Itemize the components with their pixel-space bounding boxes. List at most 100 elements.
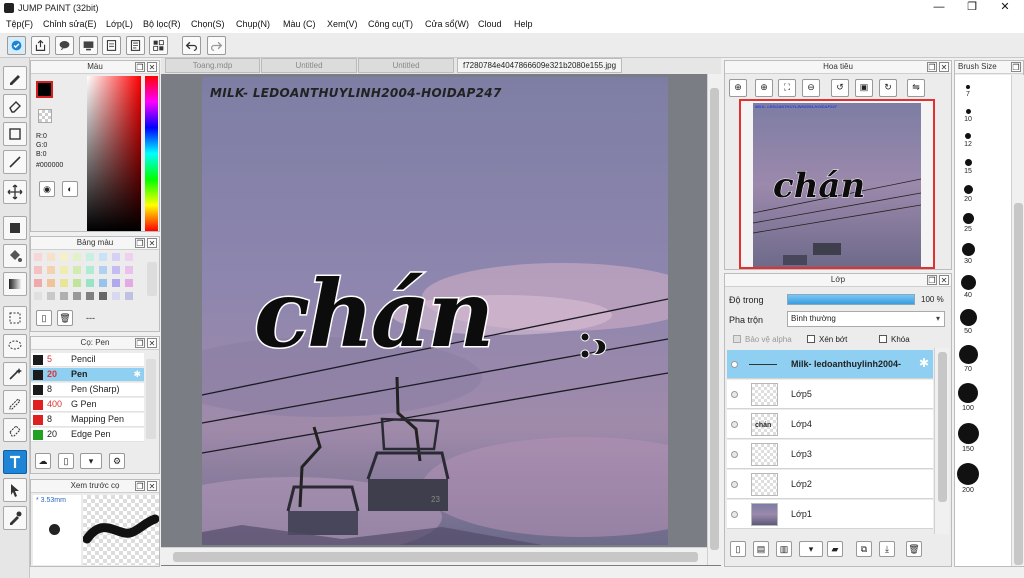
rotate-left-icon[interactable]: ↺: [831, 79, 849, 97]
palette-swatch[interactable]: [73, 253, 81, 261]
brush-size-dot[interactable]: [962, 212, 974, 224]
bucket-tool-icon[interactable]: [3, 244, 27, 268]
rectangle-tool-icon[interactable]: [3, 122, 27, 146]
palette-swatch[interactable]: [60, 253, 68, 261]
brush-menu-icon[interactable]: ▾: [80, 453, 102, 469]
maximize-button[interactable]: ❐: [955, 0, 989, 16]
eraser-tool-icon[interactable]: [3, 94, 27, 118]
magic-wand-icon[interactable]: [3, 362, 27, 386]
foreground-color-swatch[interactable]: [36, 81, 53, 98]
menu-tools[interactable]: Công cụ(T): [368, 19, 413, 29]
canvas-vertical-scrollbar[interactable]: [707, 74, 721, 565]
reset-view-icon[interactable]: ▣: [855, 79, 873, 97]
brush-size-dot[interactable]: [964, 158, 972, 166]
opacity-slider[interactable]: [787, 294, 915, 305]
doc-tab[interactable]: Untitled: [261, 58, 357, 73]
palette-swatch[interactable]: [99, 292, 107, 300]
menu-capture[interactable]: Chụp(N): [236, 19, 270, 29]
clipping-checkbox[interactable]: [807, 335, 815, 343]
palette-swatch[interactable]: [86, 292, 94, 300]
brush-item[interactable]: 8 Pen (Sharp): [31, 383, 144, 397]
brush-size-dot[interactable]: [957, 422, 979, 444]
palette-swatch[interactable]: [112, 266, 120, 274]
brush-item[interactable]: 5 Pencil: [31, 353, 144, 367]
close-button[interactable]: ✕: [988, 0, 1022, 16]
palette-swatch[interactable]: [47, 266, 55, 274]
menu-color[interactable]: Màu (C): [283, 19, 316, 29]
doc-tab[interactable]: Toang.mdp: [165, 58, 260, 73]
palette-swatch[interactable]: [34, 279, 42, 287]
palette-swatch[interactable]: [99, 279, 107, 287]
palette-swatch[interactable]: [34, 253, 42, 261]
brush-item[interactable]: 8 Mapping Pen: [31, 413, 144, 427]
merge-down-icon[interactable]: ⤓: [879, 541, 895, 557]
brush-tool-icon[interactable]: [3, 66, 27, 90]
layer-row[interactable]: Lớp2: [727, 470, 933, 499]
brush-size-dot[interactable]: [957, 463, 979, 485]
duplicate-layer-icon[interactable]: ⧉: [856, 541, 872, 557]
menu-filter[interactable]: Bộ lọc(R): [143, 19, 181, 29]
new-palette-icon[interactable]: ▯: [36, 310, 52, 326]
monitor-icon[interactable]: [79, 36, 98, 55]
folder-icon[interactable]: ▰: [827, 541, 843, 557]
eye-icon[interactable]: [731, 481, 738, 488]
menu-view[interactable]: Xem(V): [327, 19, 358, 29]
palette-swatch[interactable]: [86, 279, 94, 287]
color-wheel-icon[interactable]: ◐: [62, 181, 78, 197]
menu-select[interactable]: Chọn(S): [191, 19, 225, 29]
flip-icon[interactable]: ⇋: [907, 79, 925, 97]
delete-layer-icon[interactable]: 🗑: [906, 541, 922, 557]
blend-mode-select[interactable]: Bình thường ▾: [787, 311, 945, 327]
menu-edit[interactable]: Chỉnh sửa(E): [43, 19, 97, 29]
palette-swatch[interactable]: [112, 292, 120, 300]
palette-swatch[interactable]: [60, 279, 68, 287]
dock-icon[interactable]: ❐: [1011, 62, 1021, 72]
brush-settings-icon[interactable]: ⚙: [109, 453, 125, 469]
close-icon[interactable]: ✕: [147, 238, 157, 248]
move-tool-icon[interactable]: [3, 180, 27, 204]
menu-file[interactable]: Tệp(F): [6, 19, 33, 29]
new-vector-layer-icon[interactable]: ▤: [753, 541, 769, 557]
share-icon[interactable]: [31, 36, 50, 55]
palette-swatch[interactable]: [47, 292, 55, 300]
brush-size-dot[interactable]: [958, 383, 978, 403]
text-tool-icon[interactable]: [3, 450, 27, 474]
palette-swatch[interactable]: [73, 279, 81, 287]
transparent-color-swatch[interactable]: [38, 109, 52, 123]
brush-size-dot[interactable]: [963, 184, 973, 194]
menu-cloud[interactable]: Cloud: [478, 19, 502, 29]
dock-icon[interactable]: ❐: [927, 62, 937, 72]
palette-swatch[interactable]: [60, 292, 68, 300]
page-icon[interactable]: [102, 36, 121, 55]
eye-icon[interactable]: [731, 361, 738, 368]
menu-help[interactable]: Help: [514, 19, 533, 29]
palette-swatch[interactable]: [34, 266, 42, 274]
brush-size-dot[interactable]: [960, 274, 976, 290]
palette-swatch[interactable]: [99, 253, 107, 261]
dock-icon[interactable]: ❐: [135, 481, 145, 491]
palette-swatch[interactable]: [125, 279, 133, 287]
comment-icon[interactable]: [55, 36, 74, 55]
palette-swatch[interactable]: [112, 253, 120, 261]
saturation-value-picker[interactable]: [87, 76, 141, 231]
select-pen-icon[interactable]: [3, 390, 27, 414]
palette-swatch[interactable]: [125, 253, 133, 261]
brush-size-dot[interactable]: [958, 344, 978, 364]
cloud-check-icon[interactable]: [7, 36, 26, 55]
lock-checkbox[interactable]: [879, 335, 887, 343]
navigator-preview[interactable]: MILK- LEDOANTHUYLINH2004-HOIDAP247 chán: [739, 99, 935, 269]
close-icon[interactable]: ✕: [147, 338, 157, 348]
eyedropper-tool-icon[interactable]: [3, 506, 27, 530]
doc-tab[interactable]: Untitled: [358, 58, 454, 73]
layer-row[interactable]: Lớp3: [727, 440, 933, 469]
palette-swatch[interactable]: [125, 292, 133, 300]
cloud-brush-icon[interactable]: ☁: [35, 453, 51, 469]
palette-swatch[interactable]: [60, 266, 68, 274]
add-layer-menu-icon[interactable]: ▾: [799, 541, 823, 557]
zoom-out-icon[interactable]: ⊖: [802, 79, 820, 97]
close-icon[interactable]: ✕: [939, 62, 949, 72]
new-halftone-layer-icon[interactable]: ▥: [776, 541, 792, 557]
undo-icon[interactable]: [182, 36, 201, 55]
dock-icon[interactable]: ❐: [135, 62, 145, 72]
line-tool-icon[interactable]: [3, 150, 27, 174]
